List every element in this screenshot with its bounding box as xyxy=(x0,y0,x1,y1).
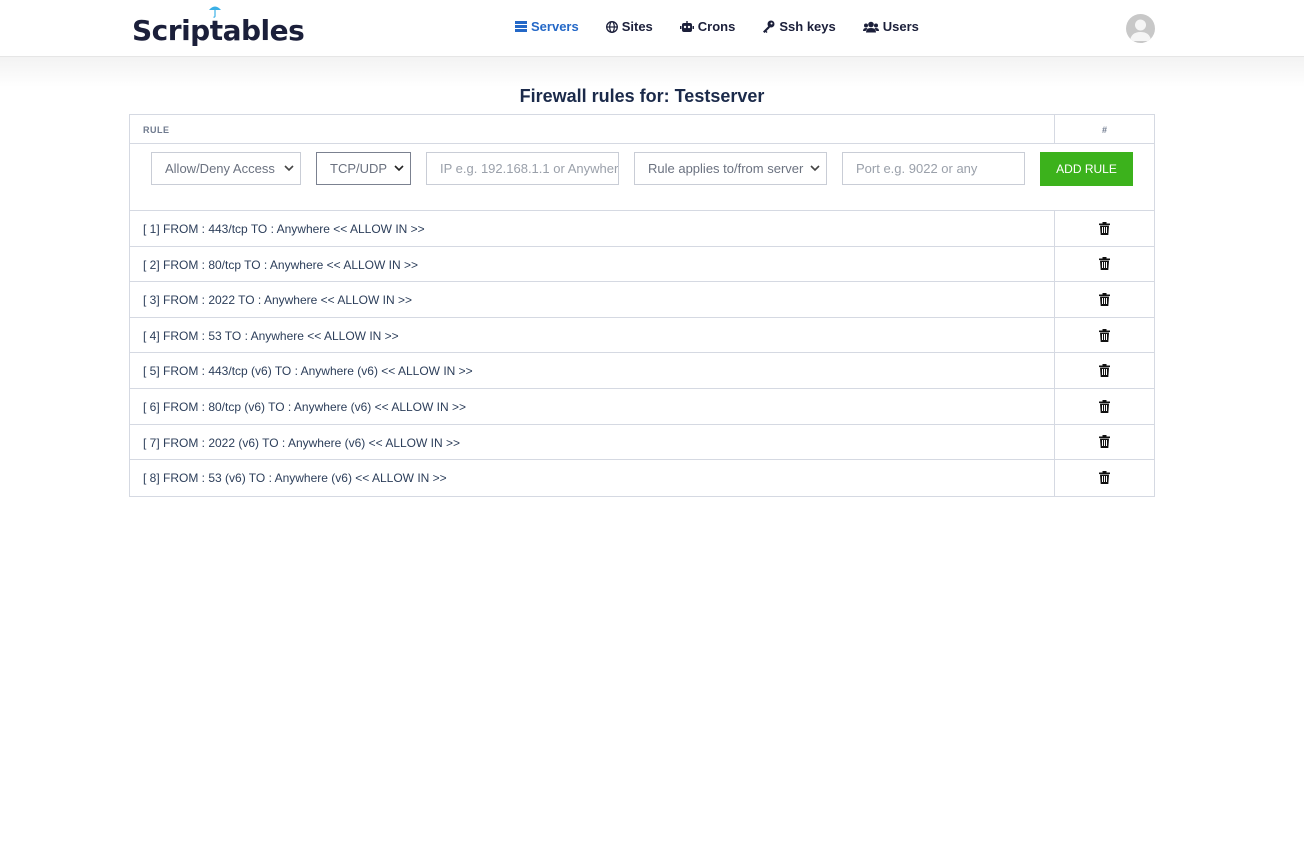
rules-list: [ 1] FROM : 443/tcp TO : Anywhere << ALL… xyxy=(130,211,1154,496)
table-header: RULE # xyxy=(130,115,1154,144)
direction-select[interactable]: Rule applies to/from server xyxy=(634,152,827,185)
trash-icon xyxy=(1099,221,1110,235)
rule-text: [ 1] FROM : 443/tcp TO : Anywhere << ALL… xyxy=(130,211,1055,246)
ip-input[interactable]: IP e.g. 192.168.1.1 or Anywhere xyxy=(426,152,619,185)
column-header-rule: RULE xyxy=(130,115,1055,143)
robot-icon xyxy=(679,20,694,32)
ip-input-placeholder: IP e.g. 192.168.1.1 or Anywhere xyxy=(440,161,619,176)
rule-text: [ 2] FROM : 80/tcp TO : Anywhere << ALLO… xyxy=(130,246,1055,282)
table-row: [ 2] FROM : 80/tcp TO : Anywhere << ALLO… xyxy=(130,246,1154,283)
protocol-select-value: TCP/UDP xyxy=(330,161,388,176)
user-icon xyxy=(1130,19,1151,41)
port-input[interactable]: Port e.g. 9022 or any xyxy=(842,152,1025,185)
nav-item-servers[interactable]: Servers xyxy=(515,19,579,34)
table-row: [ 7] FROM : 2022 (v6) TO : Anywhere (v6)… xyxy=(130,424,1154,461)
table-row: [ 6] FROM : 80/tcp (v6) TO : Anywhere (v… xyxy=(130,388,1154,425)
delete-rule-button[interactable] xyxy=(1055,247,1154,282)
add-rule-form: Allow/Deny Access TCP/UDP IP e.g. 192.16… xyxy=(130,144,1154,211)
page-title: Firewall rules for: Testserver xyxy=(519,86,765,106)
nav-label: Sites xyxy=(621,19,653,34)
trash-icon xyxy=(1099,471,1110,485)
rule-text: [ 3] FROM : 2022 TO : Anywhere << ALLOW … xyxy=(130,282,1055,317)
trash-icon xyxy=(1099,399,1110,413)
delete-rule-button[interactable] xyxy=(1055,282,1154,317)
main-nav: Servers Sites Crons Ssh keys Users xyxy=(515,19,946,34)
delete-rule-button[interactable] xyxy=(1055,353,1154,388)
globe-icon xyxy=(605,20,618,33)
table-row: [ 5] FROM : 443/tcp (v6) TO : Anywhere (… xyxy=(130,353,1154,389)
navbar-shadow xyxy=(0,57,1304,87)
delete-rule-button[interactable] xyxy=(1055,460,1154,496)
top-navbar: Scriptables Servers Sites Crons Ssh keys… xyxy=(0,0,1304,57)
delete-rule-button[interactable] xyxy=(1055,425,1154,460)
delete-rule-button[interactable] xyxy=(1055,211,1154,246)
trash-icon xyxy=(1099,364,1110,378)
firewall-rules-table: RULE # Allow/Deny Access TCP/UDP IP e.g.… xyxy=(129,114,1155,497)
delete-rule-button[interactable] xyxy=(1055,318,1154,353)
key-icon xyxy=(763,20,775,33)
nav-item-crons[interactable]: Crons xyxy=(679,19,736,34)
protocol-select[interactable]: TCP/UDP xyxy=(316,152,411,185)
add-rule-button[interactable]: ADD RULE xyxy=(1040,152,1133,186)
table-row: [ 8] FROM : 53 (v6) TO : Anywhere (v6) <… xyxy=(130,460,1154,496)
trash-icon xyxy=(1099,328,1110,342)
nav-label: Servers xyxy=(531,19,579,34)
trash-icon xyxy=(1099,292,1110,306)
nav-item-sites[interactable]: Sites xyxy=(605,19,653,34)
chevron-down-icon xyxy=(810,165,820,172)
nav-label: Users xyxy=(882,19,919,34)
chevron-down-icon xyxy=(284,165,294,172)
brand-name: Scriptables xyxy=(132,14,305,47)
nav-item-ssh-keys[interactable]: Ssh keys xyxy=(762,19,836,34)
nav-label: Crons xyxy=(697,19,736,34)
access-select[interactable]: Allow/Deny Access xyxy=(151,152,301,185)
rule-text: [ 5] FROM : 443/tcp (v6) TO : Anywhere (… xyxy=(130,353,1055,388)
column-header-hash: # xyxy=(1101,125,1107,135)
chevron-down-icon xyxy=(394,165,404,172)
port-input-placeholder: Port e.g. 9022 or any xyxy=(856,161,978,176)
rule-text: [ 6] FROM : 80/tcp (v6) TO : Anywhere (v… xyxy=(130,388,1055,424)
trash-icon xyxy=(1099,435,1110,449)
delete-rule-button[interactable] xyxy=(1055,389,1154,424)
table-row: [ 4] FROM : 53 TO : Anywhere << ALLOW IN… xyxy=(130,317,1154,354)
table-row: [ 3] FROM : 2022 TO : Anywhere << ALLOW … xyxy=(130,282,1154,318)
umbrella-icon xyxy=(209,6,221,18)
table-row: [ 1] FROM : 443/tcp TO : Anywhere << ALL… xyxy=(130,211,1154,247)
rule-text: [ 4] FROM : 53 TO : Anywhere << ALLOW IN… xyxy=(130,317,1055,353)
nav-label: Ssh keys xyxy=(779,19,836,34)
avatar[interactable] xyxy=(1126,14,1155,43)
nav-item-users[interactable]: Users xyxy=(862,19,919,34)
trash-icon xyxy=(1099,257,1110,271)
server-icon xyxy=(515,21,527,32)
access-select-value: Allow/Deny Access xyxy=(165,161,275,176)
direction-select-value: Rule applies to/from server xyxy=(648,161,804,176)
users-icon xyxy=(862,21,879,32)
rule-text: [ 8] FROM : 53 (v6) TO : Anywhere (v6) <… xyxy=(130,460,1055,496)
rule-text: [ 7] FROM : 2022 (v6) TO : Anywhere (v6)… xyxy=(130,424,1055,460)
